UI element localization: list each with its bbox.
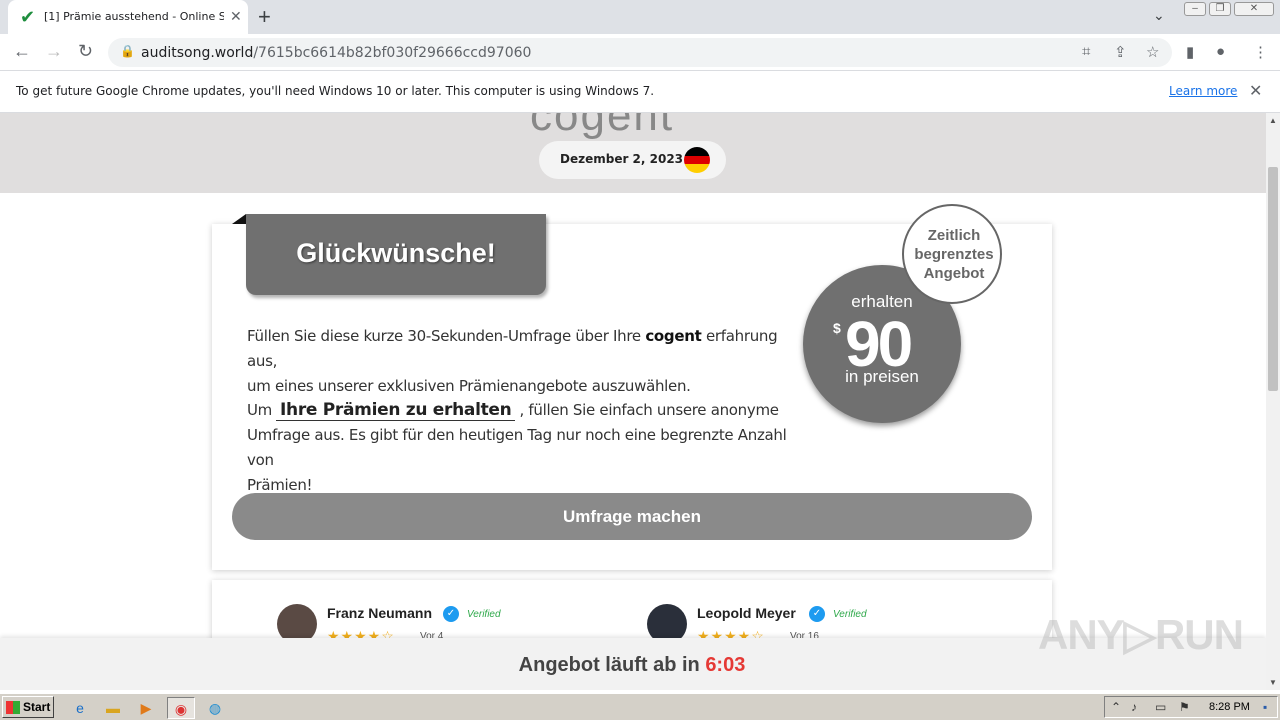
clock: 8:28 PM [1209, 701, 1250, 713]
start-button[interactable]: Start [2, 696, 54, 718]
page-scrollbar[interactable]: ▲ ▼ [1266, 113, 1280, 690]
profile-icon[interactable]: ● [1216, 43, 1225, 60]
limited-offer-seal: Zeitlich begrenztes Angebot [902, 204, 1002, 304]
network-icon[interactable]: ▭ [1155, 700, 1166, 714]
reward-paragraph: Um Ihre Prämien zu erhalten, füllen Sie e… [247, 400, 787, 494]
minimize-button[interactable]: – [1184, 2, 1206, 16]
verified-badge-icon: ✓ [443, 606, 459, 622]
chevron-down-icon[interactable]: ⌄ [1153, 7, 1165, 24]
hero-banner: cogent Dezember 2, 2023 [0, 113, 1266, 193]
share-icon[interactable]: ⇪ [1114, 43, 1127, 61]
windows-logo-icon [6, 701, 20, 714]
take-survey-button[interactable]: Umfrage machen [232, 493, 1032, 540]
verified-label: Verified [833, 609, 867, 620]
show-desktop-icon[interactable]: ▪ [1263, 700, 1267, 714]
ribbon-banner: Glückwünsche! [246, 214, 546, 295]
scroll-up-icon[interactable]: ▲ [1269, 116, 1277, 125]
close-icon[interactable]: ✕ [1249, 81, 1262, 101]
date-text: Dezember 2, 2023 [560, 152, 684, 166]
reward-highlight: Ihre Prämien zu erhalten [276, 400, 516, 421]
verified-badge-icon: ✓ [809, 606, 825, 622]
tab-active[interactable]: ✔ [1] Prämie ausstehend - Online Survey … [8, 0, 248, 34]
side-panel-icon[interactable]: ▮ [1186, 43, 1194, 61]
tab-title: [1] Prämie ausstehend - Online Survey [44, 10, 224, 23]
ie-icon[interactable]: e [68, 697, 92, 719]
date-pill: Dezember 2, 2023 [539, 141, 726, 179]
countdown-time: 6:03 [705, 654, 746, 676]
bookmark-star-icon[interactable]: ☆ [1146, 43, 1159, 61]
tab-close-icon[interactable]: ✕ [230, 8, 242, 25]
back-icon[interactable]: ← [13, 41, 31, 62]
flag-icon[interactable]: ⚑ [1179, 700, 1190, 714]
brand-logo: cogent [530, 113, 675, 140]
tab-strip: ✔ [1] Prämie ausstehend - Online Survey … [0, 0, 1280, 34]
anyrun-watermark: ANY▷RUN [1038, 611, 1244, 658]
edge-icon[interactable]: ◍ [203, 697, 227, 719]
forward-icon[interactable]: → [45, 41, 63, 62]
new-tab-icon[interactable]: + [258, 4, 271, 30]
media-player-icon[interactable]: ▶ [134, 697, 158, 719]
chrome-icon[interactable]: ◉ [167, 697, 195, 719]
address-bar[interactable]: 🔒 auditsong.world/7615bc6614b82bf030f296… [108, 38, 1172, 67]
badge-bottom-text: in preisen [845, 367, 919, 386]
scrollbar-thumb[interactable] [1268, 167, 1278, 391]
limited-offer-text: Zeitlich begrenztes Angebot [914, 227, 994, 282]
system-tray: ⌃ ♪ ▭ ⚑ 8:28 PM ▪ [1104, 696, 1278, 718]
scroll-down-icon[interactable]: ▼ [1269, 678, 1277, 687]
folder-icon[interactable]: ▬ [101, 697, 125, 719]
tray-expand-icon[interactable]: ⌃ [1111, 700, 1121, 714]
page-content: cogent Dezember 2, 2023 Glückwünsche! Fü… [0, 113, 1266, 690]
ribbon-fold [232, 214, 246, 224]
badge-currency: $ [833, 320, 841, 336]
lock-icon[interactable]: 🔒 [120, 44, 135, 58]
reviewer-name: Leopold Meyer [697, 605, 796, 621]
infobar-message: To get future Google Chrome updates, you… [16, 84, 655, 98]
offer-card: Glückwünsche! Füllen Sie diese kurze 30-… [212, 204, 1052, 570]
update-infobar: To get future Google Chrome updates, you… [0, 71, 1280, 113]
volume-icon[interactable]: ♪ [1131, 700, 1137, 714]
check-icon: ✔ [20, 7, 36, 27]
start-label: Start [23, 700, 51, 714]
restore-button[interactable]: ❐ [1209, 2, 1231, 16]
translate-icon[interactable]: ⌗ [1082, 43, 1090, 60]
close-window-button[interactable]: ✕ [1234, 2, 1274, 16]
learn-more-link[interactable]: Learn more [1169, 84, 1237, 98]
verified-label: Verified [467, 609, 501, 620]
browser-toolbar: ← → ↻ 🔒 auditsong.world/7615bc6614b82bf0… [0, 34, 1280, 71]
url-text: auditsong.world/7615bc6614b82bf030f29666… [141, 45, 532, 61]
reload-icon[interactable]: ↻ [78, 41, 93, 62]
reviewer-name: Franz Neumann [327, 605, 433, 621]
ribbon-title: Glückwünsche! [296, 238, 496, 268]
menu-icon[interactable]: ⋮ [1253, 43, 1268, 61]
germany-flag-icon [684, 147, 710, 173]
windows-taskbar: Start e ▬ ▶ ◉ ◍ ⌃ ♪ ▭ ⚑ 8:28 PM ▪ [0, 693, 1280, 720]
intro-paragraph: Füllen Sie diese kurze 30-Sekunden-Umfra… [247, 327, 778, 395]
